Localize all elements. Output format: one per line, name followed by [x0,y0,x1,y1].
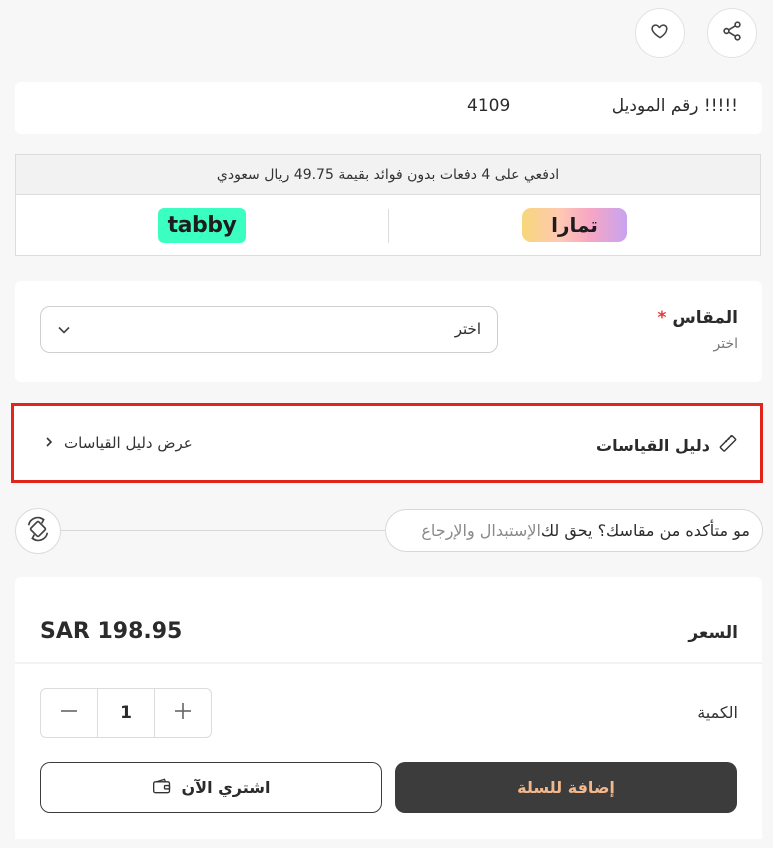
minus-icon [59,699,79,727]
size-subtext: اختر [713,336,739,352]
plus-button[interactable] [155,689,211,737]
purchase-card: السعر SAR 198.95 الكمية 1 إضافة للسلة اش… [15,577,762,839]
ruler-icon [718,433,738,457]
divider [388,209,389,243]
model-value: 4109 [467,96,511,116]
plus-icon [173,699,193,727]
wishlist-button[interactable] [635,8,685,58]
share-button[interactable] [707,8,757,58]
installments-text: ادفعي على 4 دفعات بدون فوائد بقيمة 49.75… [16,155,760,195]
quantity-label: الكمية [697,703,738,722]
model-label: !!!!! رقم الموديل [611,96,738,116]
size-guide-title: دليل القياسات [596,433,738,457]
price-value: SAR 198.95 [40,619,183,644]
buy-now-button[interactable]: اشتري الآن [40,762,382,813]
installments-box: ادفعي على 4 دفعات بدون فوائد بقيمة 49.75… [15,154,761,256]
wallet-icon [152,777,172,799]
exchange-policy-pill[interactable]: مو متأكده من مقاسك؟ يحق لك الإستبدال وال… [385,509,763,552]
exchange-icon-button [15,508,61,554]
required-mark: * [657,308,667,328]
minus-button[interactable] [41,689,97,737]
tamara-logo[interactable]: تمارا [522,208,627,242]
heart-icon [650,21,670,45]
buy-now-label: اشتري الآن [181,778,271,797]
model-number-row: !!!!! رقم الموديل 4109 [15,82,762,134]
exchange-line [61,530,386,531]
exchange-icon [23,514,53,548]
tabby-logo[interactable]: tabby [158,208,246,243]
divider [15,662,762,664]
exchange-text: مو متأكده من مقاسك؟ يحق لك [540,521,750,540]
chevron-down-icon [57,322,71,341]
add-to-cart-button[interactable]: إضافة للسلة [395,762,737,813]
size-selector-card: المقاس * اختر اختر [15,281,762,382]
size-guide-title-text: دليل القياسات [596,435,710,455]
size-select[interactable]: اختر [40,306,498,353]
price-label: السعر [688,623,738,643]
size-guide-link[interactable]: عرض دليل القياسات [44,434,193,452]
exchange-link[interactable]: الإستبدال والإرجاع [421,521,541,540]
size-select-value: اختر [454,320,481,338]
size-guide-row[interactable]: دليل القياسات عرض دليل القياسات [11,403,763,483]
size-label: المقاس * [658,308,739,328]
share-icon [721,20,743,46]
size-guide-link-text: عرض دليل القياسات [64,434,193,452]
size-label-text: المقاس [672,308,738,328]
quantity-value[interactable]: 1 [97,689,155,737]
chevron-left-icon [44,434,54,452]
quantity-stepper: 1 [40,688,212,738]
